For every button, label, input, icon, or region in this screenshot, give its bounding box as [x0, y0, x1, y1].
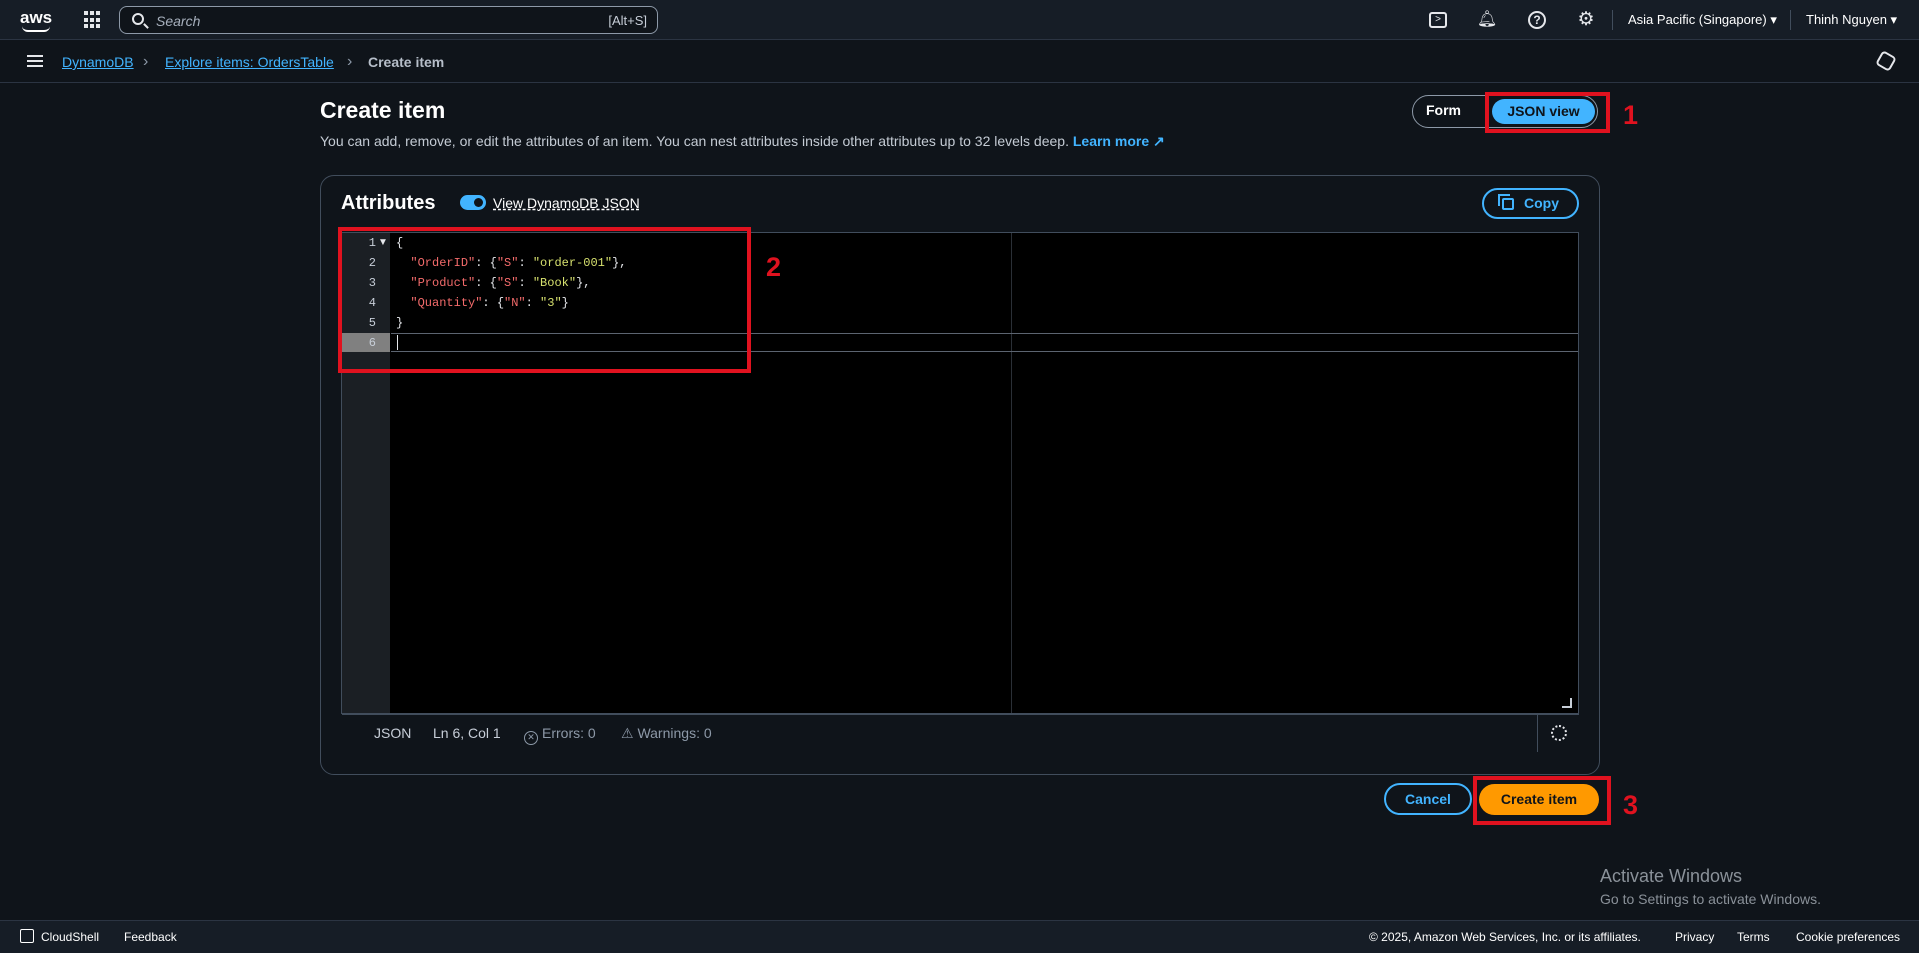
hamburger-menu-icon[interactable] — [27, 55, 43, 67]
breadcrumb-dynamodb[interactable]: DynamoDB — [62, 54, 134, 70]
footer-terms[interactable]: Terms — [1737, 930, 1770, 944]
aws-logo[interactable]: aws — [20, 8, 54, 32]
copy-icon — [1498, 194, 1514, 210]
divider — [1537, 714, 1538, 752]
windows-activation-title: Activate Windows — [1600, 866, 1743, 886]
aws-logo-text: aws — [20, 8, 53, 27]
learn-more-link[interactable]: Learn more ↗ — [1073, 133, 1165, 149]
print-margin-guide — [1011, 233, 1012, 713]
settings-gear-icon[interactable]: ⚙ — [1575, 9, 1597, 31]
code-line: "Product": {"S": "Book"}, — [410, 276, 591, 290]
status-language: JSON — [374, 725, 412, 741]
attributes-heading: Attributes — [341, 192, 436, 214]
code-line: { — [396, 236, 404, 250]
cloudshell-icon[interactable]: > — [1429, 12, 1447, 28]
status-errors: ✕ Errors: 0 — [524, 725, 596, 745]
annotation-number-3: 3 — [1623, 790, 1639, 820]
windows-activation-subtitle: Go to Settings to activate Windows. — [1600, 891, 1821, 907]
footer-privacy[interactable]: Privacy — [1675, 930, 1714, 944]
form-view-button[interactable]: Form — [1426, 102, 1472, 118]
copy-button[interactable]: Copy — [1482, 188, 1579, 219]
region-selector[interactable]: Asia Pacific (Singapore) ▾ — [1628, 12, 1777, 28]
search-input[interactable]: Search [Alt+S] — [119, 6, 658, 34]
description-text: You can add, remove, or edit the attribu… — [320, 133, 1069, 149]
code-line: "OrderID": {"S": "order-001"}, — [410, 256, 627, 270]
page-description: You can add, remove, or edit the attribu… — [320, 133, 1165, 150]
footer-cookie-preferences[interactable]: Cookie preferences — [1796, 930, 1900, 944]
cancel-button[interactable]: Cancel — [1384, 783, 1472, 815]
breadcrumb-explore-items[interactable]: Explore items: OrdersTable — [165, 54, 334, 70]
account-menu[interactable]: Thinh Nguyen ▾ — [1806, 12, 1897, 28]
warnings-label: Warnings: 0 — [637, 725, 712, 741]
status-cursor-position: Ln 6, Col 1 — [433, 725, 501, 741]
annotation-box-3 — [1473, 776, 1611, 825]
copy-label: Copy — [1524, 195, 1559, 211]
notifications-bell-icon[interactable]: 🔔︎ — [1476, 9, 1498, 31]
divider — [1790, 10, 1791, 30]
search-placeholder: Search — [156, 13, 201, 29]
divider — [1612, 10, 1613, 30]
breadcrumb-current: Create item — [368, 54, 445, 70]
resize-handle-icon[interactable] — [1562, 698, 1572, 708]
error-icon: ✕ — [524, 731, 538, 745]
external-link-icon: ↗ — [1153, 133, 1165, 149]
warning-icon: ⚠ — [621, 725, 638, 741]
services-grid-icon[interactable] — [84, 11, 102, 29]
code-line: } — [396, 316, 404, 330]
editor-settings-gear-icon[interactable] — [1551, 725, 1567, 741]
errors-label: Errors: 0 — [542, 725, 596, 741]
footer-copyright: © 2025, Amazon Web Services, Inc. or its… — [1369, 930, 1641, 944]
chevron-right-icon: › — [347, 53, 353, 70]
annotation-number-2: 2 — [766, 252, 782, 282]
page-title: Create item — [320, 97, 446, 123]
view-dynamodb-json-toggle[interactable] — [460, 195, 486, 210]
footer-cloudshell[interactable]: CloudShell — [41, 930, 99, 944]
footer-feedback[interactable]: Feedback — [124, 930, 177, 944]
code-line: "Quantity": {"N": "3"} — [410, 296, 569, 310]
annotation-box-1 — [1485, 92, 1610, 133]
status-warnings: ⚠ Warnings: 0 — [621, 725, 712, 742]
learn-more-label: Learn more — [1072, 133, 1150, 149]
help-icon[interactable]: ? — [1528, 11, 1546, 29]
view-dynamodb-json-label[interactable]: View DynamoDB JSON — [493, 195, 640, 211]
annotation-number-1: 1 — [1623, 100, 1639, 130]
search-icon — [132, 13, 144, 25]
chevron-right-icon: › — [143, 53, 149, 70]
search-shortcut: [Alt+S] — [608, 13, 647, 28]
cloudshell-footer-icon[interactable] — [20, 929, 34, 943]
